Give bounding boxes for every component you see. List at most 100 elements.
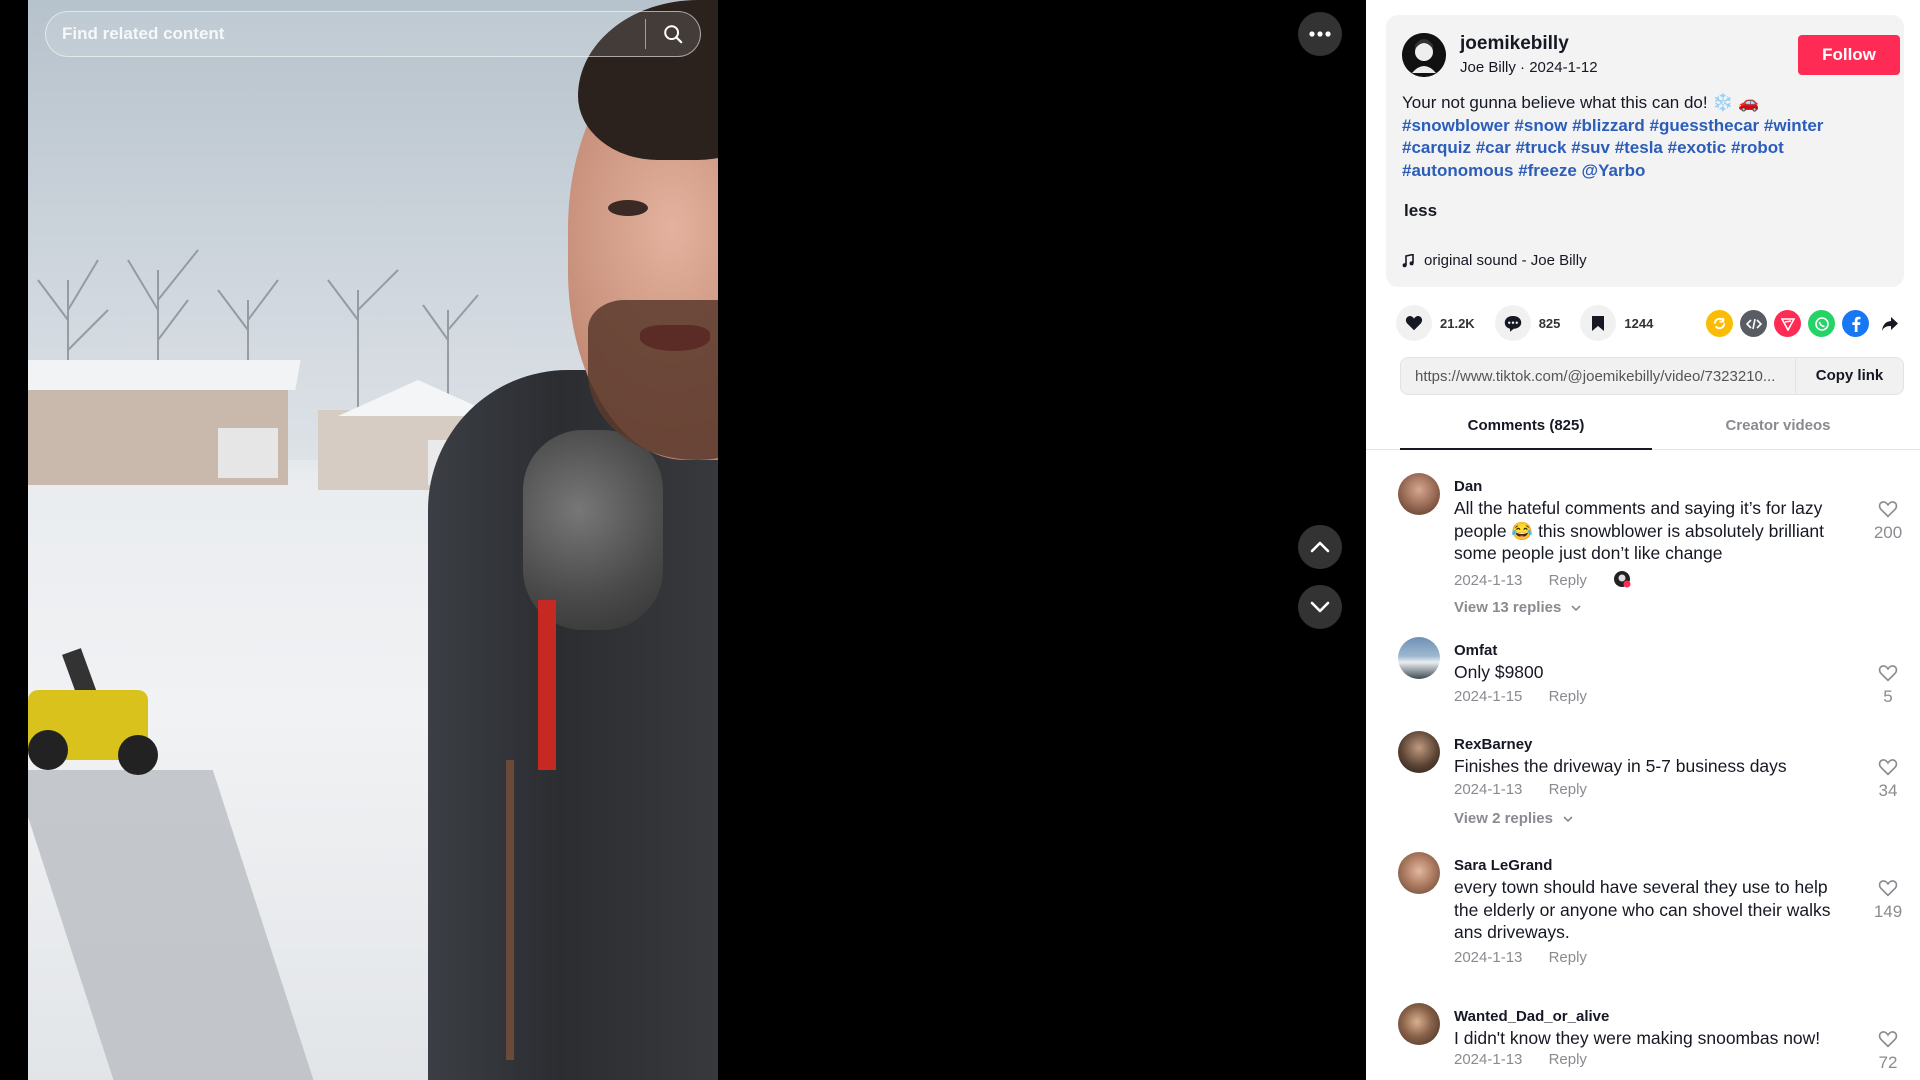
hashtag-link[interactable]: #tesla <box>1615 138 1663 157</box>
hashtag-link[interactable]: #snowblower <box>1402 116 1510 135</box>
reply-button[interactable]: Reply <box>1549 572 1587 589</box>
commenter-avatar[interactable] <box>1398 731 1440 773</box>
post-date: 2024-1-12 <box>1529 59 1598 76</box>
hashtag-link[interactable]: #blizzard <box>1572 116 1645 135</box>
share-link-bar: https://www.tiktok.com/@joemikebilly/vid… <box>1400 357 1904 395</box>
caption-emojis: ❄️ 🚗 <box>1712 93 1760 112</box>
hashtag-link[interactable]: #winter <box>1764 116 1824 135</box>
commenter-avatar[interactable] <box>1398 473 1440 515</box>
action-bar: 21.2K 825 1244 <box>1396 305 1673 341</box>
more-icon <box>1309 31 1331 37</box>
search-input[interactable]: Find related content <box>46 24 645 44</box>
comment-like[interactable]: 5 <box>1868 664 1908 707</box>
commenter-name[interactable]: Sara LeGrand <box>1454 857 1552 874</box>
creator-liked-avatar-icon <box>1614 571 1631 588</box>
commenter-name[interactable]: Omfat <box>1454 642 1497 659</box>
heart-outline-icon <box>1878 665 1898 682</box>
hashtag-link[interactable]: @Yarbo <box>1582 161 1646 180</box>
comment-text: every town should have several they use … <box>1454 877 1831 942</box>
chevron-down-icon <box>1563 816 1573 823</box>
like-action[interactable]: 21.2K <box>1396 305 1475 341</box>
comment-text: All the hateful comments and saying it’s… <box>1454 498 1825 563</box>
comment-like-count: 5 <box>1883 687 1893 706</box>
chevron-down-icon <box>1310 601 1330 613</box>
video-url[interactable]: https://www.tiktok.com/@joemikebilly/vid… <box>1401 368 1795 385</box>
search-bar[interactable]: Find related content <box>45 11 701 57</box>
comment-like[interactable]: 149 <box>1868 879 1908 922</box>
author-subline: Joe Billy · 2024-1-12 <box>1460 59 1598 76</box>
comment-like[interactable]: 72 <box>1868 1030 1908 1073</box>
tab-creator-videos[interactable]: Creator videos <box>1652 408 1904 450</box>
tab-comments[interactable]: Comments (825) <box>1400 408 1652 450</box>
comment-meta: 2024-1-13 Reply <box>1454 1051 1609 1068</box>
embed-icon[interactable] <box>1740 310 1767 337</box>
comment-like-count: 34 <box>1878 781 1898 800</box>
caption-text: Your not gunna believe what this can do! <box>1402 93 1708 112</box>
reply-button[interactable]: Reply <box>1549 688 1587 705</box>
share-icons <box>1706 310 1903 337</box>
comment-action[interactable]: 825 <box>1494 305 1560 341</box>
comment-button[interactable] <box>1494 305 1531 341</box>
send-icon[interactable] <box>1774 310 1801 337</box>
previous-video-button[interactable] <box>1298 525 1342 569</box>
commenter-avatar[interactable] <box>1398 1003 1440 1045</box>
heart-outline-icon <box>1878 880 1898 897</box>
commenter-name[interactable]: RexBarney <box>1454 736 1532 753</box>
repost-icon[interactable] <box>1706 310 1733 337</box>
next-video-button[interactable] <box>1298 585 1342 629</box>
comment-date: 2024-1-13 <box>1454 781 1523 798</box>
author-username[interactable]: joemikebilly <box>1460 33 1569 55</box>
comment-date: 2024-1-15 <box>1454 688 1523 705</box>
heart-outline-icon <box>1878 501 1898 518</box>
hashtag-link[interactable]: #robot <box>1731 138 1784 157</box>
search-button[interactable] <box>646 12 700 56</box>
app-root: Find related content joemikebilly Joe Bi… <box>0 0 1920 1080</box>
comment-like-count: 149 <box>1873 902 1903 921</box>
music-note-icon <box>1402 253 1414 267</box>
commenter-avatar[interactable] <box>1398 637 1440 679</box>
more-options-button[interactable] <box>1298 12 1342 56</box>
less-button[interactable]: less <box>1404 201 1437 221</box>
caption: Your not gunna believe what this can do!… <box>1402 92 1892 182</box>
save-button[interactable] <box>1580 305 1617 341</box>
author-avatar[interactable] <box>1402 33 1446 77</box>
hashtag-link[interactable]: #carquiz <box>1402 138 1471 157</box>
hashtag-link[interactable]: #car <box>1476 138 1511 157</box>
hashtag-link[interactable]: #truck <box>1515 138 1566 157</box>
hashtag-link[interactable]: #snow <box>1514 116 1567 135</box>
share-arrow-icon[interactable] <box>1876 310 1903 337</box>
view-replies-button[interactable]: View 13 replies <box>1454 599 1582 616</box>
reply-button[interactable]: Reply <box>1549 781 1587 798</box>
hashtag-list: #snowblower #snow #blizzard #guessthecar… <box>1402 116 1823 180</box>
commenter-name[interactable]: Dan <box>1454 478 1482 495</box>
comment-text: I didn't know they were making snoombas … <box>1454 1028 1821 1048</box>
sound-link[interactable]: original sound - Joe Billy <box>1402 252 1587 269</box>
comment-like[interactable]: 200 <box>1868 500 1908 543</box>
comment-meta: 2024-1-13 Reply <box>1454 949 1609 966</box>
video-player[interactable] <box>28 0 718 1080</box>
comment-date: 2024-1-13 <box>1454 1051 1523 1068</box>
avatar-icon <box>1402 33 1446 77</box>
view-replies-button[interactable]: View 2 replies <box>1454 810 1573 827</box>
facebook-icon[interactable] <box>1842 310 1869 337</box>
hashtag-link[interactable]: #autonomous <box>1402 161 1513 180</box>
author-display-name: Joe Billy <box>1460 59 1516 76</box>
comment-date: 2024-1-13 <box>1454 949 1523 966</box>
comment-meta: 2024-1-13 Reply <box>1454 570 1631 589</box>
hashtag-link[interactable]: #exotic <box>1668 138 1727 157</box>
commenter-avatar[interactable] <box>1398 852 1440 894</box>
whatsapp-icon[interactable] <box>1808 310 1835 337</box>
hashtag-link[interactable]: #freeze <box>1518 161 1577 180</box>
reply-button[interactable]: Reply <box>1549 949 1587 966</box>
copy-link-button[interactable]: Copy link <box>1795 358 1903 394</box>
comment-like[interactable]: 34 <box>1868 758 1908 801</box>
hashtag-link[interactable]: #suv <box>1571 138 1610 157</box>
hashtag-link[interactable]: #guessthecar <box>1650 116 1760 135</box>
heart-icon <box>1405 316 1423 331</box>
like-button[interactable] <box>1396 305 1432 341</box>
save-action[interactable]: 1244 <box>1580 305 1653 341</box>
follow-button[interactable]: Follow <box>1798 35 1900 75</box>
reply-button[interactable]: Reply <box>1549 1051 1587 1068</box>
commenter-name[interactable]: Wanted_Dad_or_alive <box>1454 1008 1609 1025</box>
panel-tabs: Comments (825) Creator videos <box>1366 408 1920 450</box>
